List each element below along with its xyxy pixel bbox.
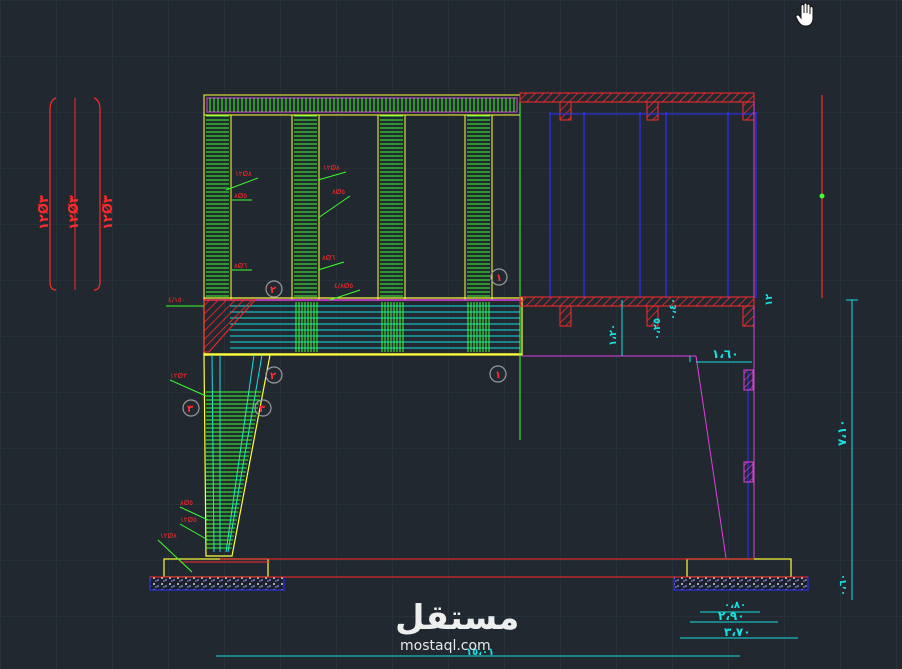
label-s10: ٨Ø٥ xyxy=(180,499,193,507)
bubble-5: ٣ xyxy=(187,404,193,415)
dim-160: ١،٦٠ xyxy=(712,347,739,361)
watermark-latin: mostaql.com xyxy=(400,638,491,654)
label-s4: ١٢Ø٨ xyxy=(323,164,340,172)
rebar-label-2: ١٢Ø٣ xyxy=(67,195,82,230)
rebar-label-3: ١٢Ø٣ xyxy=(101,195,116,230)
bubble-2: ١ xyxy=(496,273,502,284)
label-s9: ١٢Ø٣ xyxy=(170,372,187,380)
bubble-3: ٢ xyxy=(270,371,276,382)
label-s11: ١٢Ø٥ xyxy=(180,516,197,524)
label-s2: ٨Ø٥ xyxy=(234,192,247,200)
label-s12: ١٢Ø٨ xyxy=(160,532,177,540)
dim-12: ١٢ xyxy=(764,294,775,306)
cad-drawing-canvas[interactable]: ١٢Ø٣ ١٢Ø٣ ١٢Ø٣ ١٢Ø٨ ٨Ø٥ ٨Ø٦ ١٢Ø٨ ٨Ø٥ ٨Ø٦… xyxy=(0,0,902,669)
dim-25: ٠،٢٥ xyxy=(652,318,663,340)
bubble-1: ٢ xyxy=(270,285,276,296)
hand-pan-icon xyxy=(795,2,814,27)
dim-070: ٠،٦٠ xyxy=(838,574,849,596)
dim-290: ٢،٩٠ xyxy=(718,609,745,623)
rebar-label-1: ١٢Ø٣ xyxy=(37,195,52,230)
bubble-6: ٣ xyxy=(259,404,265,415)
label-s1: ١٢Ø٨ xyxy=(235,170,252,178)
label-s8: ٤/١٥٠ xyxy=(168,296,185,304)
dim-40: ٠،٤٠ xyxy=(668,298,679,320)
watermark-arabic: مستقل xyxy=(395,598,520,638)
grid-background xyxy=(0,0,902,669)
label-s6: ٨Ø٦ xyxy=(322,254,335,262)
bubble-4: ١ xyxy=(495,370,501,381)
label-s7: ٤/٨Ø٥ xyxy=(334,282,353,290)
dim-710: ٧،١٠ xyxy=(835,419,849,446)
label-s5: ٨Ø٥ xyxy=(332,188,345,196)
dim-120: ١،٢٠ xyxy=(608,324,619,346)
label-s3: ٨Ø٦ xyxy=(234,262,247,270)
dim-370: ٣،٧٠ xyxy=(724,625,751,639)
